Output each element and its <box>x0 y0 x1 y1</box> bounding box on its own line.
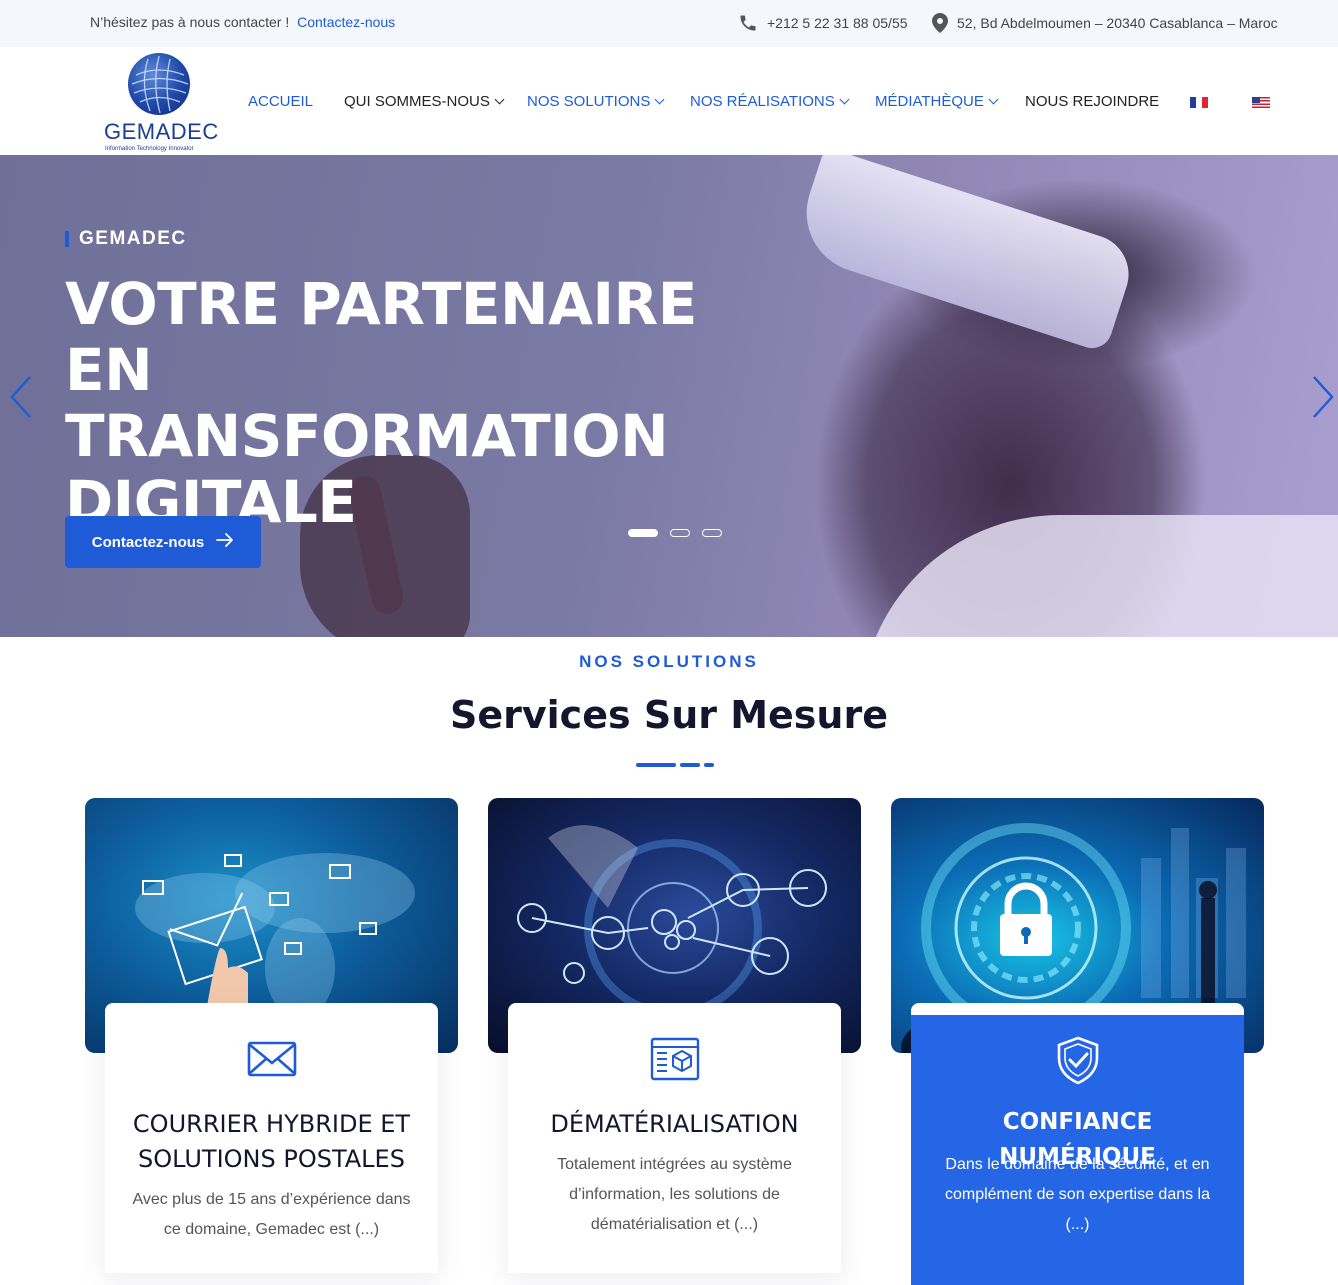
solution-card-confiance[interactable]: CONFIANCE NUMÉRIQUE Dans le domaine de l… <box>911 1003 1244 1285</box>
chevron-down-icon <box>839 94 850 105</box>
nav-item-nous-rejoindre[interactable]: NOUS REJOINDRE <box>1025 93 1159 110</box>
phone-info: +212 5 22 31 88 05/55 <box>738 13 908 33</box>
section-kicker: NOS SOLUTIONS <box>579 652 759 671</box>
fr-flag-icon[interactable] <box>1190 97 1208 108</box>
solution-card-courrier[interactable]: COURRIER HYBRIDE ET SOLUTIONS POSTALES A… <box>105 1003 438 1273</box>
slider-dots <box>628 529 722 537</box>
contact-prompt: N’hésitez pas à nous contacter ! Contact… <box>90 14 395 30</box>
nav-item-label: QUI SOMMES-NOUS <box>344 93 490 110</box>
logo-name: GEMADEC <box>104 119 219 144</box>
card-text: Totalement intégrées au système d’inform… <box>557 1156 792 1233</box>
envelope-icon <box>246 1037 298 1081</box>
hero-slider: GEMADEC VOTRE PARTENAIRE EN TRANSFORMATI… <box>0 155 1338 637</box>
hero-kicker: GEMADEC <box>65 228 187 250</box>
main-nav: ACCUEIL QUI SOMMES-NOUS NOS SOLUTIONS NO… <box>0 93 1338 113</box>
nav-item-nos-solutions[interactable]: NOS SOLUTIONS <box>527 93 665 110</box>
hero-image-vr-visor <box>791 155 1139 354</box>
hero-image-shirt <box>860 515 1338 637</box>
section-divider <box>636 763 714 767</box>
phone-icon <box>738 13 758 33</box>
nav-item-qui-sommes-nous[interactable]: QUI SOMMES-NOUS <box>344 93 505 110</box>
site-header: GEMADEC Information Technology Innovator… <box>0 47 1338 155</box>
card-text: Dans le domaine de la sécurité, et en co… <box>944 1156 1211 1233</box>
hero-contact-button[interactable]: Contactez-nous <box>65 516 261 568</box>
slider-dot-3[interactable] <box>702 529 722 537</box>
nav-item-label: ACCUEIL <box>248 93 314 110</box>
hero-cta-label: Contactez-nous <box>91 533 205 551</box>
nav-item-mediatheque[interactable]: MÉDIATHÈQUE <box>875 93 999 110</box>
hero-kicker-text: GEMADEC <box>79 228 187 249</box>
nav-item-label: NOUS REJOINDRE <box>1025 93 1160 110</box>
slider-dot-2[interactable] <box>670 529 690 537</box>
map-pin-icon <box>932 13 948 33</box>
card-title: DÉMATÉRIALISATION <box>550 1110 799 1138</box>
card-text: Avec plus de 15 ans d’expérience dans ce… <box>132 1191 411 1238</box>
nav-item-nos-realisations[interactable]: NOS RÉALISATIONS <box>690 93 850 110</box>
us-flag-icon[interactable] <box>1252 97 1270 108</box>
chevron-down-icon <box>654 94 665 105</box>
slider-dot-1[interactable] <box>628 529 658 537</box>
address-info: 52, Bd Abdelmoumen – 20340 Casablanca – … <box>932 13 1278 33</box>
arrow-right-icon <box>216 533 234 551</box>
slider-prev-arrow-icon[interactable] <box>10 375 32 419</box>
chevron-down-icon <box>494 94 505 105</box>
top-bar: N’hésitez pas à nous contacter ! Contact… <box>0 0 1338 47</box>
card-title: COURRIER HYBRIDE ET SOLUTIONS POSTALES <box>132 1110 411 1173</box>
phone-number[interactable]: +212 5 22 31 88 05/55 <box>767 15 908 31</box>
hero-headline: VOTRE PARTENAIRE EN TRANSFORMATION DIGIT… <box>65 271 725 535</box>
contact-link[interactable]: Contactez-nous <box>297 14 395 30</box>
nav-item-label: NOS RÉALISATIONS <box>690 93 835 110</box>
section-title: Services Sur Mesure <box>450 693 888 737</box>
kicker-bar <box>65 231 69 247</box>
contact-prompt-text: N’hésitez pas à nous contacter ! <box>90 14 290 30</box>
chevron-down-icon <box>988 94 999 105</box>
shield-check-icon <box>1052 1035 1104 1085</box>
nav-item-accueil[interactable]: ACCUEIL <box>248 93 313 110</box>
hero-headline-line: EN TRANSFORMATION <box>65 336 669 470</box>
nav-item-label: NOS SOLUTIONS <box>527 93 651 110</box>
solution-card-dematerialisation[interactable]: DÉMATÉRIALISATION Totalement intégrées a… <box>508 1003 841 1273</box>
nav-item-label: MÉDIATHÈQUE <box>875 93 984 110</box>
hero-headline-line: VOTRE PARTENAIRE <box>65 270 697 338</box>
document-cube-icon <box>649 1037 701 1081</box>
logo-tagline: Information Technology Innovator <box>105 146 194 152</box>
address-text: 52, Bd Abdelmoumen – 20340 Casablanca – … <box>957 15 1278 31</box>
slider-next-arrow-icon[interactable] <box>1312 375 1334 419</box>
